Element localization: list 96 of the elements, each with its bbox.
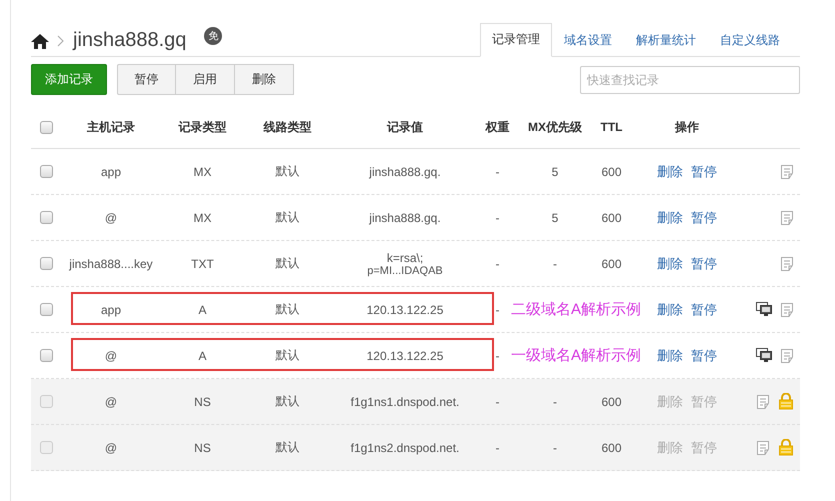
checkbox[interactable] bbox=[40, 257, 53, 270]
table-cell: 默认 bbox=[276, 255, 300, 272]
table-cell: 默认 bbox=[276, 301, 300, 318]
note-icon bbox=[756, 394, 770, 410]
action-link[interactable]: 暂停 bbox=[691, 300, 717, 318]
table-cell: 5 bbox=[552, 164, 558, 178]
table-cell: - bbox=[496, 210, 500, 224]
table-cell: - bbox=[496, 348, 500, 362]
action-link[interactable]: 删除 bbox=[657, 254, 683, 272]
column-header: 线路类型 bbox=[264, 118, 312, 136]
checkbox[interactable] bbox=[40, 165, 53, 178]
table-cell: 600 bbox=[601, 164, 622, 178]
chevron-icon bbox=[57, 34, 65, 46]
action-link[interactable]: 删除 bbox=[657, 346, 683, 364]
table-cell: jinsha888....key bbox=[69, 256, 153, 270]
table-cell: TXT bbox=[191, 256, 214, 270]
tab[interactable]: 域名设置 bbox=[552, 23, 624, 57]
home-icon bbox=[31, 32, 49, 48]
toolbar-button[interactable]: 删除 bbox=[235, 64, 294, 95]
checkbox[interactable] bbox=[40, 303, 53, 316]
table-cell: k=rsa\; bbox=[386, 250, 424, 264]
table-cell: 5 bbox=[552, 210, 558, 224]
table-cell: p=MI...IDAQAB bbox=[367, 264, 443, 276]
table-cell: - bbox=[496, 440, 500, 454]
search-field[interactable]: 快速查找记录 bbox=[580, 66, 800, 94]
table-cell: 600 bbox=[601, 440, 622, 454]
table-cell: - bbox=[496, 164, 500, 178]
note-icon bbox=[780, 256, 794, 272]
table-cell: 默认 bbox=[276, 393, 300, 410]
table-cell: 120.13.122.25 bbox=[366, 302, 444, 316]
table-cell: @ bbox=[104, 348, 118, 362]
table-cell: jinsha888.gq. bbox=[369, 210, 441, 224]
tab[interactable]: 自定义线路 bbox=[708, 23, 792, 57]
domain-title: jinsha888.gq bbox=[73, 29, 186, 52]
table-cell: - bbox=[496, 302, 500, 316]
free-badge: 免 bbox=[204, 26, 222, 44]
annotation-text: 一级域名A解析示例 bbox=[511, 346, 642, 365]
action-link[interactable]: 暂停 bbox=[691, 254, 717, 272]
table-cell: A bbox=[198, 302, 206, 316]
action-link[interactable]: 暂停 bbox=[691, 162, 717, 180]
action-link: 删除 bbox=[657, 392, 683, 410]
checkbox[interactable] bbox=[40, 211, 53, 224]
table-cell: 600 bbox=[601, 394, 622, 408]
column-header: TTL bbox=[600, 120, 622, 134]
action-link[interactable]: 暂停 bbox=[691, 346, 717, 364]
table-cell: 600 bbox=[601, 210, 622, 224]
table-cell: 默认 bbox=[276, 163, 300, 180]
note-icon bbox=[780, 348, 794, 364]
annotation-text: 二级域名A解析示例 bbox=[511, 300, 642, 319]
action-link: 删除 bbox=[657, 438, 683, 456]
table-cell: - bbox=[553, 394, 557, 408]
note-icon bbox=[780, 302, 794, 318]
action-link: 暂停 bbox=[691, 392, 717, 410]
table-cell: NS bbox=[194, 394, 211, 408]
table-cell: - bbox=[496, 256, 500, 270]
action-link[interactable]: 删除 bbox=[657, 208, 683, 226]
column-header: 主机记录 bbox=[87, 118, 135, 136]
note-icon bbox=[780, 210, 794, 226]
table-cell: - bbox=[496, 394, 500, 408]
column-header: 记录值 bbox=[387, 118, 423, 136]
table-cell: @ bbox=[104, 210, 118, 224]
table-cell: 默认 bbox=[276, 347, 300, 364]
note-icon bbox=[756, 440, 770, 456]
table-cell: 默认 bbox=[276, 439, 300, 456]
table-cell: f1g1ns2.dnspod.net. bbox=[350, 440, 460, 454]
table-cell: - bbox=[553, 256, 557, 270]
table-cell: 120.13.122.25 bbox=[366, 348, 444, 362]
table-cell: 默认 bbox=[276, 209, 300, 226]
table-cell: 600 bbox=[601, 256, 622, 270]
toolbar-button[interactable]: 暂停 bbox=[117, 64, 176, 95]
table-cell: app bbox=[100, 164, 122, 178]
action-link[interactable]: 暂停 bbox=[691, 208, 717, 226]
column-header: MX优先级 bbox=[528, 118, 582, 136]
table-cell: - bbox=[553, 440, 557, 454]
column-header: 权重 bbox=[486, 118, 510, 136]
table-cell: @ bbox=[104, 394, 118, 408]
action-link[interactable]: 删除 bbox=[657, 162, 683, 180]
action-link[interactable]: 删除 bbox=[657, 300, 683, 318]
table-cell: app bbox=[100, 302, 122, 316]
checkbox[interactable] bbox=[40, 349, 53, 362]
add-button[interactable]: 添加记录 bbox=[31, 64, 107, 95]
table-cell: MX bbox=[194, 210, 212, 224]
table-cell: jinsha888.gq. bbox=[369, 164, 441, 178]
table-cell: A bbox=[198, 348, 206, 362]
column-header: 操作 bbox=[675, 118, 699, 136]
table-cell: NS bbox=[194, 440, 211, 454]
toolbar-button[interactable]: 启用 bbox=[176, 64, 235, 95]
column-header: 记录类型 bbox=[178, 118, 226, 136]
action-link: 暂停 bbox=[691, 438, 717, 456]
table-cell: f1g1ns1.dnspod.net. bbox=[350, 394, 460, 408]
tab[interactable]: 记录管理 bbox=[480, 23, 552, 57]
table-cell: MX bbox=[194, 164, 212, 178]
table-cell: @ bbox=[104, 440, 118, 454]
note-icon bbox=[780, 164, 794, 180]
checkbox[interactable] bbox=[40, 120, 53, 134]
tab[interactable]: 解析量统计 bbox=[624, 23, 708, 57]
